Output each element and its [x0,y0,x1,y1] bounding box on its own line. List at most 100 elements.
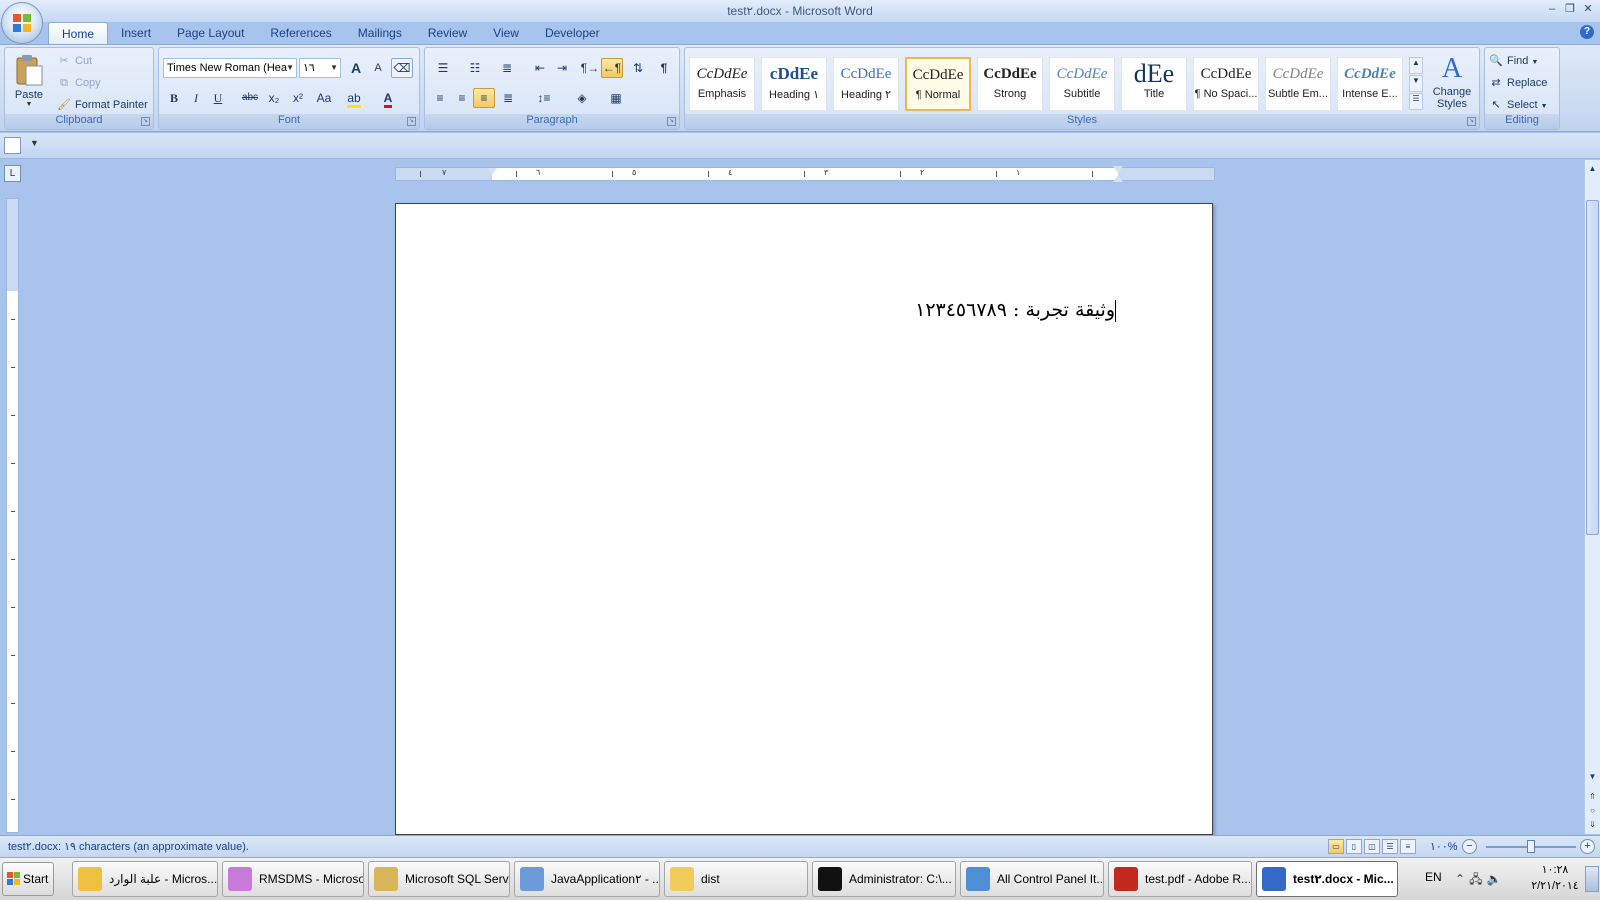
browse-object-icon[interactable]: ○ [1586,804,1599,818]
tab-view[interactable]: View [480,22,532,44]
start-button[interactable]: Start [2,862,54,896]
rtl-button[interactable]: ←¶ [601,58,623,78]
highlight-button[interactable]: ab [343,88,365,108]
scroll-down-icon[interactable]: ▼ [1586,770,1599,784]
document-text[interactable]: وثيقة تجربة : ١٢٣٤٥٦٧٨٩ [915,299,1116,322]
styles-more-icon[interactable]: ☰ [1409,93,1423,110]
underline-button[interactable]: U [207,88,229,108]
style-heading-2[interactable]: CcDdEe Heading ٢ [833,57,899,111]
left-indent-marker[interactable] [487,168,497,175]
styles-scroll-up-icon[interactable]: ▲ [1409,57,1423,74]
zoom-level[interactable]: ١٠٠% [1430,840,1458,853]
restore-button[interactable]: ❐ [1562,2,1578,16]
taskbar-item[interactable]: test٢.docx - Mic... [1256,861,1398,897]
tab-developer[interactable]: Developer [532,22,613,44]
show-desktop-button[interactable] [1585,866,1599,892]
zoom-in-icon[interactable]: + [1580,839,1595,854]
outline-view-icon[interactable]: ☰ [1382,839,1398,854]
paragraph-launcher-icon[interactable]: ↘ [667,117,676,126]
align-right-button[interactable]: ≡ [473,88,495,108]
borders-button[interactable]: ▦ [601,88,631,108]
language-indicator[interactable]: EN [1425,870,1442,884]
increase-indent-button[interactable]: ⇥ [551,58,573,78]
volume-icon[interactable]: 🔈 [1486,872,1505,886]
bold-button[interactable]: B [163,88,185,108]
shrink-font-button[interactable]: A [367,58,389,78]
cut-button[interactable]: ✂ Cut [57,52,92,70]
change-case-button[interactable]: Aa [311,88,337,108]
scroll-up-icon[interactable]: ▲ [1586,162,1599,176]
strikethrough-button[interactable]: abc [239,88,261,108]
numbering-button[interactable]: ☷ [461,58,489,78]
network-icon[interactable]: 🖧 [1469,872,1486,886]
align-left-button[interactable]: ≡ [429,88,451,108]
bullets-button[interactable]: ☰ [429,58,457,78]
picture-icon[interactable] [4,137,21,154]
taskbar-item[interactable]: RMSDMS - Microso... [222,861,364,897]
style-subtle-emphasis[interactable]: CcDdEe Subtle Em... [1265,57,1331,111]
style-strong[interactable]: CcDdEe Strong [977,57,1043,111]
clear-formatting-button[interactable]: ⌫ [391,58,413,78]
style-no-spacing[interactable]: CcDdEe ¶ No Spaci... [1193,57,1259,111]
clock[interactable]: ١٠:٢٨ ٢/٢١/٢٠١٤ [1525,862,1585,894]
close-button[interactable]: ✕ [1580,2,1596,16]
scrollbar-thumb[interactable] [1586,200,1599,535]
font-launcher-icon[interactable]: ↘ [407,117,416,126]
font-name-combo[interactable]: Times New Roman (Hea ▼ [163,58,297,78]
taskbar-item[interactable]: علبة الوارد - Micros... [72,861,218,897]
tab-insert[interactable]: Insert [108,22,164,44]
font-size-combo[interactable]: ١٦ ▼ [299,58,341,78]
zoom-slider-thumb[interactable] [1527,840,1535,853]
tab-home[interactable]: Home [48,22,109,44]
show-marks-button[interactable]: ¶ [653,58,675,78]
next-page-icon[interactable]: ⇓ [1586,818,1599,832]
tab-page-layout[interactable]: Page Layout [164,22,257,44]
help-icon[interactable]: ? [1580,25,1594,39]
replace-button[interactable]: ⇄ Replace [1489,74,1547,92]
styles-launcher-icon[interactable]: ↘ [1467,117,1476,126]
paste-button[interactable]: Paste ▼ [9,52,49,114]
taskbar-item[interactable]: JavaApplication٢ - ... [514,861,660,897]
print-layout-view-icon[interactable]: ▭ [1328,839,1344,854]
sort-button[interactable]: ⇅ [627,58,649,78]
style-emphasis[interactable]: CcDdEe Emphasis [689,57,755,111]
style-heading-1[interactable]: cDdEe Heading ١ [761,57,827,111]
subscript-button[interactable]: x₂ [263,88,285,108]
tab-mailings[interactable]: Mailings [345,22,415,44]
multilevel-list-button[interactable]: ≣ [493,58,521,78]
taskbar-item[interactable]: All Control Panel It... [960,861,1104,897]
first-line-indent-marker[interactable] [1113,166,1123,173]
decrease-indent-button[interactable]: ⇤ [529,58,551,78]
shading-button[interactable]: ◈ [567,88,597,108]
full-screen-reading-icon[interactable]: ▯ [1346,839,1362,854]
tab-review[interactable]: Review [415,22,480,44]
minimize-button[interactable]: – [1544,2,1560,16]
italic-button[interactable]: I [185,88,207,108]
style-title[interactable]: dEe Title [1121,57,1187,111]
style-normal[interactable]: CcDdEe ¶ Normal [905,57,971,111]
tray-expand-icon[interactable]: ⌃ [1455,872,1469,886]
align-center-button[interactable]: ≡ [451,88,473,108]
grow-font-button[interactable]: A [345,58,367,78]
style-intense-emphasis[interactable]: CcDdEe Intense E... [1337,57,1403,111]
change-styles-button[interactable]: A Change Styles [1427,52,1477,114]
taskbar-item[interactable]: Microsoft SQL Serv... [368,861,510,897]
previous-page-icon[interactable]: ⇑ [1586,790,1599,804]
vertical-scrollbar[interactable]: ▲ ▼ ⇑ ○ ⇓ [1584,160,1600,834]
customize-toolbar-icon[interactable]: ▼ [30,138,39,148]
copy-button[interactable]: ⧉ Copy [57,74,101,92]
superscript-button[interactable]: x² [287,88,309,108]
taskbar-item[interactable]: dist [664,861,808,897]
ltr-button[interactable]: ¶→ [579,58,601,78]
justify-button[interactable]: ≣ [495,88,521,108]
select-button[interactable]: ↖ Select ▼ [1489,96,1547,114]
tab-selector-icon[interactable]: L [4,165,21,182]
line-spacing-button[interactable]: ↕≡ [529,88,559,108]
tab-references[interactable]: References [257,22,344,44]
clipboard-launcher-icon[interactable]: ↘ [141,117,150,126]
font-color-button[interactable]: A [377,88,399,108]
draft-view-icon[interactable]: ≡ [1400,839,1416,854]
styles-scroll-down-icon[interactable]: ▼ [1409,75,1423,92]
taskbar-item[interactable]: test.pdf - Adobe R... [1108,861,1252,897]
office-button[interactable] [1,2,43,44]
